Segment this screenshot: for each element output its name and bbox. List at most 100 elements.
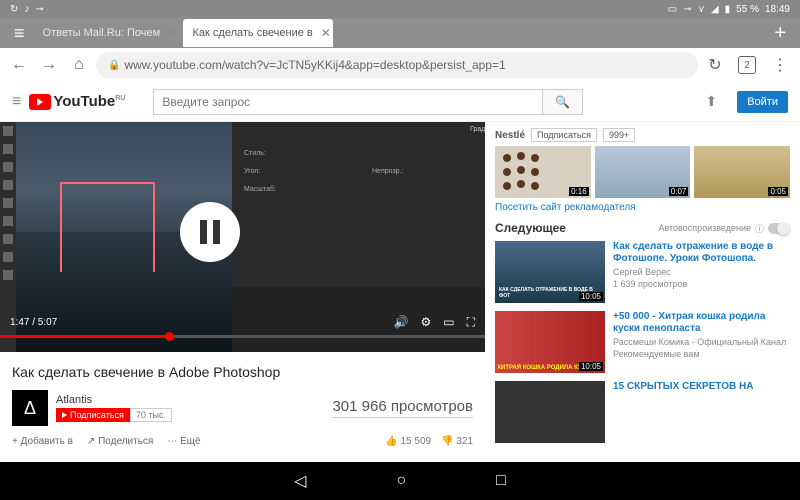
close-tab-icon[interactable]: ✕	[321, 26, 331, 40]
rec-thumbnail	[495, 381, 605, 443]
signal-icon: ◢	[711, 4, 719, 15]
up-next-header: Следующее Автовоспроизведение ⓘ	[495, 221, 790, 235]
rec-title: 15 СКРЫТЫХ СЕКРЕТОВ НА	[613, 381, 790, 393]
like-button[interactable]: 👍 15 509	[385, 436, 431, 447]
video-info: Как сделать свечение в Adobe Photoshop Δ…	[0, 352, 485, 459]
theater-icon[interactable]: ▭	[443, 315, 454, 330]
view-count: 301 966 просмотров	[332, 398, 473, 418]
url-input[interactable]: 🔒 www.youtube.com/watch?v=JcTN5yKKij4&ap…	[96, 52, 698, 78]
video-title: Как сделать свечение в Adobe Photoshop	[12, 364, 473, 380]
close-tab-icon[interactable]: ✕	[168, 26, 178, 40]
fullscreen-icon[interactable]: ⛶	[467, 315, 475, 330]
battery-icon: ▮	[725, 4, 731, 15]
android-status-bar: ↻ ♪ ⊸ ▭ ⊸ ⋎ ◢ ▮ 55 % 18:49	[0, 0, 800, 18]
photoshop-panel: ГрадиентОбводкаТекстура Стиль: Угол: Мас…	[232, 122, 485, 287]
back-nav-icon[interactable]: ◁	[294, 471, 306, 491]
main-content: ГрадиентОбводкаТекстура Стиль: Угол: Мас…	[0, 122, 800, 462]
info-icon[interactable]: ⓘ	[755, 222, 764, 235]
duration-badge: 0:07	[669, 187, 689, 196]
notification-icon: ↻	[10, 4, 18, 15]
vpn-key-icon: ⊸	[683, 4, 691, 15]
new-tab-button[interactable]: +	[766, 22, 794, 45]
settings-icon[interactable]: ⚙	[420, 315, 431, 330]
browser-url-bar: ← → ⌂ 🔒 www.youtube.com/watch?v=JcTN5yKK…	[0, 48, 800, 82]
ad-header: Nestlé Подписаться 999+	[495, 128, 790, 142]
key-icon: ⊸	[35, 4, 43, 15]
tab-title: Ответы Mail.Ru: Почем	[43, 27, 161, 39]
wifi-icon: ⋎	[698, 4, 705, 15]
search-form: 🔍	[153, 89, 583, 115]
youtube-menu-icon[interactable]: ≡	[12, 93, 21, 111]
ad-brand[interactable]: Nestlé	[495, 130, 525, 141]
ad-thumb-3[interactable]: 0:05	[694, 146, 790, 198]
sidebar: Nestlé Подписаться 999+ 0:16 0:07 0:05 П	[485, 122, 800, 462]
tab-1[interactable]: Ответы Mail.Ru: Почем ✕	[33, 19, 183, 47]
duration-badge: 0:16	[569, 187, 589, 196]
rec-title: Как сделать отражение в воде в Фотошопе.…	[613, 241, 790, 265]
home-nav-icon[interactable]: ○	[396, 472, 406, 490]
recommendation-2[interactable]: ХИТРАЯ КОШКА РОДИЛА КУ 10:05 +50 000 - Х…	[495, 311, 790, 373]
rec-title: +50 000 - Хитрая кошка родила куски пено…	[613, 311, 790, 335]
ad-thumb-1[interactable]: 0:16	[495, 146, 591, 198]
share-button[interactable]: ↗ Поделиться	[87, 436, 153, 447]
pause-overlay[interactable]	[180, 202, 240, 262]
search-input[interactable]	[153, 89, 543, 115]
recent-nav-icon[interactable]: □	[496, 472, 506, 490]
cast-icon: ▭	[668, 4, 677, 15]
url-text: www.youtube.com/watch?v=JcTN5yKKij4&app=…	[124, 58, 505, 72]
up-next-label: Следующее	[495, 221, 566, 235]
ad-thumbnails: 0:16 0:07 0:05	[495, 146, 790, 198]
ad-thumb-2[interactable]: 0:07	[595, 146, 691, 198]
menu-icon[interactable]: ≡	[6, 23, 33, 44]
add-to-button[interactable]: + Добавить в	[12, 436, 73, 447]
rec-views: Рекомендуемые вам	[613, 349, 790, 359]
rec-thumbnail: Ps КАК СДЕЛАТЬ ОТРАЖЕНИЕ В ВОДЕ В ФОТ 10…	[495, 241, 605, 303]
lock-icon: 🔒	[108, 60, 120, 71]
ad-link[interactable]: Посетить сайт рекламодателя	[495, 202, 790, 213]
upload-icon[interactable]: ⬆	[693, 93, 729, 110]
subscriber-count: 70 тыс.	[130, 408, 172, 422]
youtube-logo[interactable]: YouTube RU	[29, 93, 125, 110]
tab-count[interactable]: 2	[738, 56, 756, 74]
sign-in-button[interactable]: Войти	[737, 91, 788, 113]
channel-row: Δ Atlantis Подписаться 70 тыс. 301 966 п…	[12, 390, 473, 426]
video-player[interactable]: ГрадиентОбводкаТекстура Стиль: Угол: Мас…	[0, 122, 485, 352]
subscribe-button[interactable]: Подписаться	[56, 408, 130, 422]
battery-percent: 55 %	[736, 4, 759, 15]
more-button[interactable]: ⋯ Ещё	[167, 436, 200, 447]
duration-badge: 10:05	[579, 362, 603, 371]
tab-2-active[interactable]: Как сделать свечение в ✕	[183, 19, 333, 47]
video-actions: + Добавить в ↗ Поделиться ⋯ Ещё 👍 15 509…	[12, 436, 473, 447]
music-icon: ♪	[24, 4, 29, 15]
toggle-switch[interactable]	[768, 223, 790, 234]
reload-button[interactable]: ↻	[702, 52, 728, 78]
volume-icon[interactable]: 🔊	[394, 315, 409, 330]
back-button[interactable]: ←	[6, 52, 32, 78]
forward-button[interactable]: →	[36, 52, 62, 78]
home-button[interactable]: ⌂	[66, 52, 92, 78]
browser-menu-button[interactable]: ⋮	[766, 55, 794, 75]
page-content: ≡ YouTube RU 🔍 ⬆ Войти	[0, 82, 800, 462]
video-column: ГрадиентОбводкаТекстура Стиль: Угол: Мас…	[0, 122, 485, 462]
dislike-button[interactable]: 👎 321	[441, 436, 473, 447]
youtube-play-icon	[29, 94, 51, 110]
browser-tab-bar: ≡ Ответы Mail.Ru: Почем ✕ Как сделать св…	[0, 18, 800, 48]
search-button[interactable]: 🔍	[543, 89, 583, 115]
duration-badge: 10:05	[579, 292, 603, 301]
duration-badge: 0:05	[768, 187, 788, 196]
channel-name[interactable]: Atlantis	[56, 394, 172, 406]
player-controls: 🔊 ⚙ ▭ ⛶	[394, 315, 475, 330]
clock: 18:49	[765, 4, 790, 15]
rec-views: 1 639 просмотров	[613, 279, 790, 289]
recommendation-3[interactable]: 15 СКРЫТЫХ СЕКРЕТОВ НА	[495, 381, 790, 443]
autoplay-toggle[interactable]: Автовоспроизведение ⓘ	[658, 222, 790, 235]
channel-avatar[interactable]: Δ	[12, 390, 48, 426]
recommendation-1[interactable]: Ps КАК СДЕЛАТЬ ОТРАЖЕНИЕ В ВОДЕ В ФОТ 10…	[495, 241, 790, 303]
youtube-header: ≡ YouTube RU 🔍 ⬆ Войти	[0, 82, 800, 122]
rec-channel: Сергей Верес	[613, 267, 790, 277]
android-nav-bar: ◁ ○ □	[0, 462, 800, 500]
progress-bar[interactable]	[0, 335, 485, 338]
ad-subscribe-button[interactable]: Подписаться	[531, 128, 597, 142]
tab-title: Как сделать свечение в	[193, 27, 313, 39]
rec-thumbnail: ХИТРАЯ КОШКА РОДИЛА КУ 10:05	[495, 311, 605, 373]
